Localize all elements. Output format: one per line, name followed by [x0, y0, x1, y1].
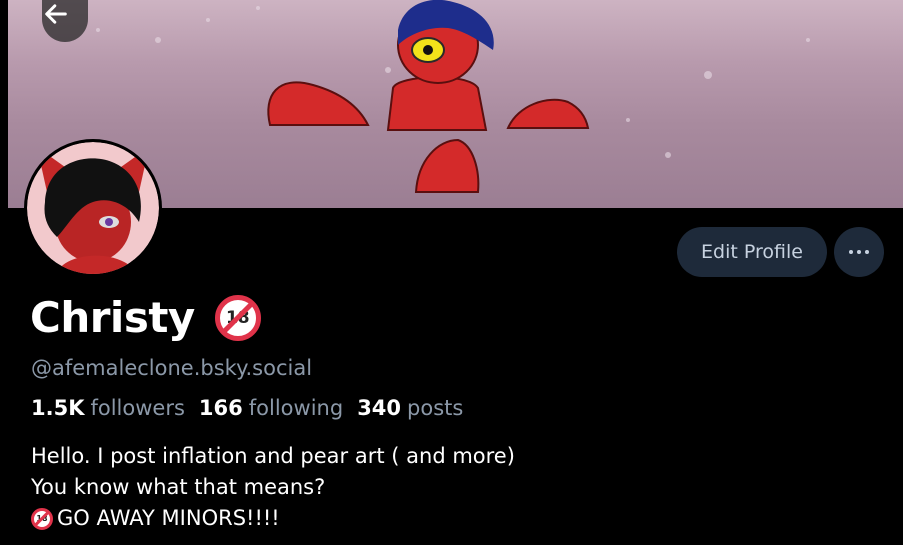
posts-count-item: 340 posts	[357, 396, 477, 420]
ellipsis-dot	[865, 250, 869, 254]
no-under-18-icon: 18	[214, 294, 261, 341]
following-link[interactable]: 166 following	[199, 396, 357, 420]
edit-profile-button[interactable]: Edit Profile	[677, 227, 827, 277]
bio-line-1: Hello. I post inflation and pear art ( a…	[31, 444, 515, 468]
badge-text: 18	[225, 307, 250, 328]
bio-line-2: You know what that means?	[31, 475, 326, 499]
followers-label: followers	[90, 396, 185, 420]
avatar-image	[27, 142, 159, 274]
ellipsis-dot	[857, 250, 861, 254]
bio-line-3-row: 18 GO AWAY MINORS!!!!	[31, 503, 515, 534]
display-name: Christy	[30, 293, 195, 342]
ellipsis-icon	[849, 250, 853, 254]
name-row: Christy 18	[30, 293, 261, 342]
posts-label: posts	[407, 396, 464, 420]
profile-stats: 1.5K followers 166 following 340 posts	[31, 396, 477, 420]
following-count: 166	[198, 396, 243, 420]
followers-count: 1.5K	[31, 396, 85, 420]
following-label: following	[248, 396, 344, 420]
no-under-18-icon: 18	[31, 507, 53, 530]
profile-handle: @afemaleclone.bsky.social	[31, 356, 313, 380]
arrow-left-icon	[45, 4, 67, 24]
profile-bio: Hello. I post inflation and pear art ( a…	[31, 441, 515, 534]
more-options-button[interactable]	[834, 227, 884, 277]
bio-line-3: GO AWAY MINORS!!!!	[57, 506, 280, 530]
posts-count: 340	[357, 396, 402, 420]
followers-link[interactable]: 1.5K followers	[31, 396, 199, 420]
avatar[interactable]	[24, 139, 162, 277]
mini-badge-text: 18	[36, 514, 48, 523]
